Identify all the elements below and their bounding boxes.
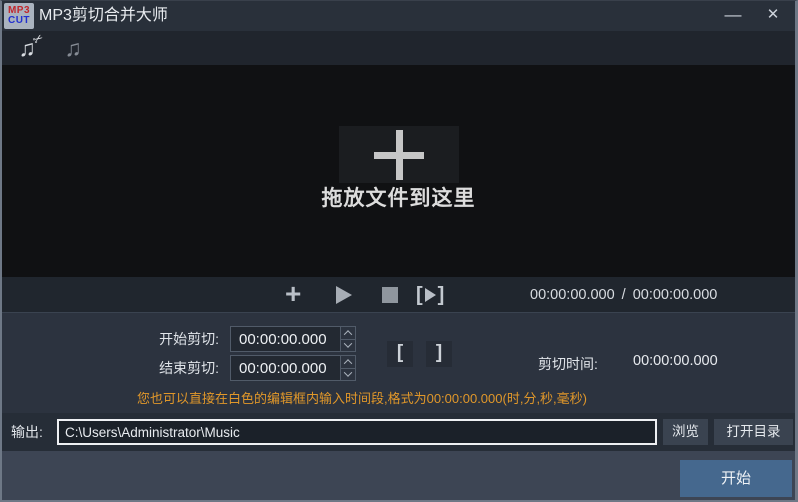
open-directory-button[interactable]: 打开目录 [714, 419, 793, 445]
end-cut-spinner [340, 355, 356, 381]
app-window: MP3 CUT MP3剪切合并大师 — ✕ ♫ ✂ ♫ 拖放文件到这里 + [ [0, 0, 798, 502]
music-notes-icon: ♫ [64, 34, 82, 61]
chevron-up-icon [343, 329, 353, 339]
drop-zone-hint: 拖放文件到这里 [321, 187, 476, 210]
start-spin-down-button[interactable] [340, 339, 356, 352]
start-cut-field-group [230, 326, 356, 352]
plus-icon [373, 129, 424, 180]
transport-bar: + [ ] 00:00:00.000 / 00:00:00.000 [2, 277, 795, 313]
time-format-hint: 您也可以直接在白色的编辑框内输入时间段,格式为00:00:00.000(时,分,… [136, 391, 587, 406]
start-cut-input[interactable] [230, 326, 340, 352]
chevron-up-icon [343, 358, 353, 368]
start-cut-spinner [340, 326, 356, 352]
time-display: 00:00:00.000 / 00:00:00.000 [530, 277, 717, 313]
bracket-left-glyph: [ [416, 283, 423, 306]
file-drop-zone[interactable]: 拖放文件到这里 [2, 65, 795, 277]
cut-duration-value: 00:00:00.000 [633, 353, 718, 369]
stop-button[interactable] [382, 287, 398, 303]
titlebar[interactable]: MP3 CUT MP3剪切合并大师 — ✕ [2, 1, 795, 31]
output-row: 输出: 浏览 打开目录 [2, 413, 795, 451]
play-selection-button[interactable]: [ ] [416, 277, 444, 313]
browse-button[interactable]: 浏览 [663, 419, 708, 445]
start-spin-up-button[interactable] [340, 326, 356, 340]
cut-settings-panel: 开始剪切: 结束剪切: [ ] 剪切时间: 00:00:00.000 您也可以直… [2, 314, 795, 413]
end-cut-input[interactable] [230, 355, 340, 381]
chevron-down-icon [343, 339, 353, 349]
toolbar: ♫ ✂ ♫ [2, 30, 795, 65]
footer-bar: 开始 [2, 451, 795, 500]
time-separator: / [621, 287, 626, 303]
logo-text-bottom: CUT [7, 15, 31, 26]
chevron-down-icon [343, 368, 353, 378]
minimize-button[interactable]: — [716, 1, 750, 31]
mark-start-button[interactable]: [ [387, 341, 413, 367]
play-triangle-icon [424, 288, 436, 302]
bracket-right-glyph: ] [437, 283, 445, 306]
merge-mode-button[interactable]: ♫ [58, 33, 88, 63]
start-button[interactable]: 开始 [680, 460, 792, 497]
start-cut-label: 开始剪切: [159, 331, 219, 347]
total-time: 00:00:00.000 [632, 287, 718, 303]
end-spin-up-button[interactable] [340, 355, 356, 369]
close-button[interactable]: ✕ [756, 1, 790, 31]
end-cut-label: 结束剪切: [159, 360, 219, 376]
mark-end-button[interactable]: ] [426, 341, 452, 367]
output-label: 输出: [11, 424, 43, 440]
elapsed-time: 00:00:00.000 [530, 287, 615, 303]
cut-mode-button[interactable]: ♫ ✂ [12, 30, 46, 63]
add-file-area[interactable] [338, 126, 459, 183]
end-cut-field-group [230, 355, 356, 381]
play-button[interactable] [336, 286, 352, 304]
window-title: MP3剪切合并大师 [39, 7, 168, 24]
add-file-button[interactable]: + [285, 277, 301, 313]
cut-duration-label: 剪切时间: [538, 356, 598, 372]
end-spin-down-button[interactable] [340, 368, 356, 381]
app-logo-icon: MP3 CUT [4, 3, 34, 29]
output-path-input[interactable] [57, 419, 657, 445]
